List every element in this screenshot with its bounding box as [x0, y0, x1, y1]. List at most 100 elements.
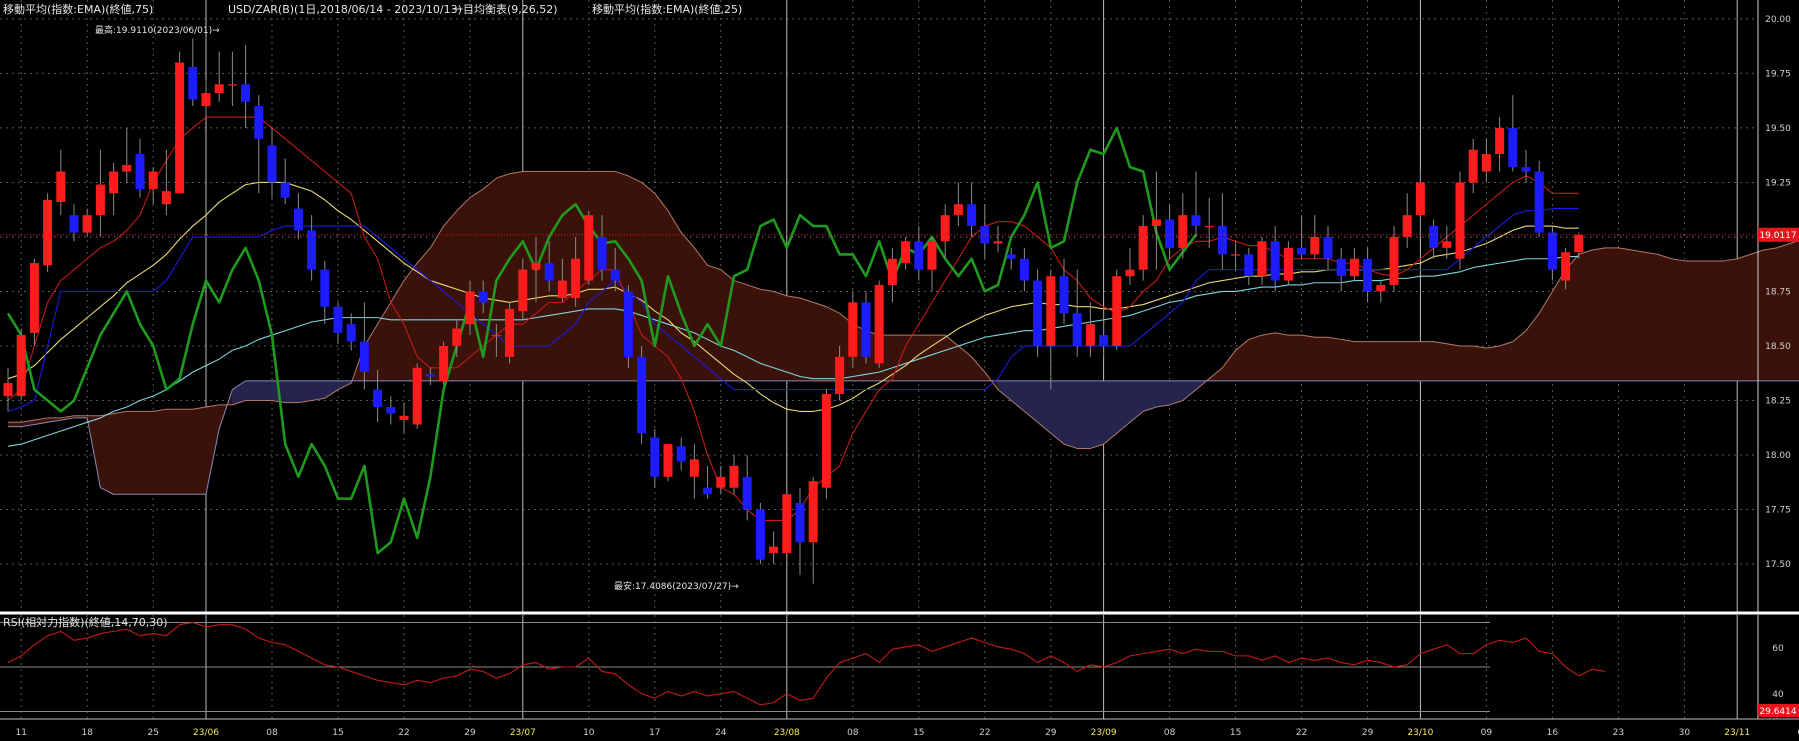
- bullish-candle: [1204, 226, 1214, 228]
- bullish-candle: [782, 494, 792, 554]
- bearish-candle: [676, 446, 686, 462]
- bullish-candle: [835, 356, 845, 394]
- cloud-segment: [799, 297, 814, 382]
- date-label: 23/06: [193, 728, 219, 738]
- bearish-candle: [742, 476, 752, 510]
- bullish-candle: [1468, 149, 1478, 183]
- bearish-candle: [597, 236, 607, 270]
- cloud-segment: [1631, 249, 1646, 382]
- cloud-segment: [1248, 334, 1263, 382]
- bullish-candle: [940, 215, 950, 242]
- cloud-segment: [1776, 243, 1791, 382]
- cloud-segment: [1090, 380, 1104, 449]
- bearish-candle: [1363, 258, 1373, 292]
- bullish-candle: [927, 241, 937, 270]
- date-label: 15: [332, 728, 343, 738]
- cloud-segment: [1604, 247, 1619, 382]
- bearish-candle: [1059, 276, 1069, 314]
- cloud-segment: [298, 380, 312, 404]
- ichimoku-legend: 一目均衡表(9,26,52): [452, 2, 558, 16]
- cloud-segment: [641, 181, 656, 382]
- cloud-segment: [786, 295, 801, 382]
- cloud-segment: [1499, 341, 1514, 382]
- cloud-segment: [1697, 260, 1712, 382]
- bullish-candle: [887, 258, 897, 285]
- date-label: 23/09: [1091, 728, 1117, 738]
- price-tick-label: 18.75: [1765, 287, 1791, 297]
- date-label: 23/07: [510, 728, 536, 738]
- date-label: 09: [1481, 728, 1493, 738]
- bearish-candle: [69, 215, 79, 233]
- cloud-segment: [1763, 247, 1778, 382]
- bearish-candle: [1534, 171, 1544, 233]
- cloud-segment: [1156, 380, 1170, 408]
- rsi-value-tag-label: 29.6414: [1759, 707, 1796, 717]
- bullish-candle: [1178, 215, 1188, 248]
- bullish-candle: [1231, 254, 1241, 256]
- bearish-candle: [254, 106, 264, 139]
- bearish-candle: [1072, 313, 1082, 346]
- bullish-candle: [557, 280, 567, 299]
- chart-canvas: 20.0019.7519.5019.2519.0018.7518.5018.25…: [0, 0, 1799, 741]
- cloud-segment: [1314, 336, 1329, 382]
- date-label: 17: [649, 728, 660, 738]
- bearish-candle: [703, 487, 713, 495]
- bearish-candle: [373, 389, 383, 408]
- date-label: 22: [979, 728, 990, 738]
- bullish-candle: [399, 415, 409, 421]
- bullish-candle: [1415, 182, 1425, 216]
- price-tick-label: 19.50: [1765, 124, 1791, 134]
- bearish-candle: [1191, 215, 1201, 227]
- bullish-candle: [161, 191, 171, 205]
- ema75-legend: 移動平均(指数:EMA)(終値,75): [3, 2, 153, 16]
- bearish-candle: [861, 302, 871, 357]
- bearish-candle: [650, 437, 660, 477]
- bullish-candle: [689, 459, 699, 477]
- cloud-segment: [1340, 339, 1355, 382]
- cloud-segment: [1142, 380, 1157, 412]
- bullish-candle: [175, 62, 185, 194]
- date-label: 16: [1547, 728, 1559, 738]
- bullish-candle: [214, 84, 224, 94]
- cloud-segment: [1750, 249, 1764, 382]
- bearish-candle: [478, 291, 488, 303]
- cloud-segment: [152, 408, 167, 495]
- price-tick-label: 19.75: [1765, 69, 1791, 79]
- bearish-candle: [623, 291, 633, 357]
- bearish-candle: [914, 241, 924, 270]
- bearish-candle: [967, 204, 977, 227]
- cloud-segment: [1644, 251, 1659, 382]
- bullish-candle: [821, 393, 831, 488]
- bearish-candle: [1547, 232, 1557, 270]
- bearish-candle: [293, 208, 303, 231]
- bullish-candle: [3, 383, 13, 397]
- cloud-segment: [258, 380, 273, 401]
- bullish-candle: [227, 84, 237, 86]
- date-label: 29: [464, 728, 476, 738]
- bullish-candle: [1481, 154, 1491, 172]
- bearish-candle: [544, 263, 554, 281]
- cloud-segment: [1486, 345, 1500, 382]
- date-label: 22: [398, 728, 409, 738]
- bearish-candle: [267, 145, 277, 183]
- cloud-segment: [1063, 380, 1078, 449]
- bullish-candle: [1046, 276, 1056, 346]
- bearish-candle: [1244, 254, 1254, 277]
- cloud-segment: [1446, 343, 1461, 382]
- bullish-candle: [953, 204, 963, 216]
- high-annotation: 最高:19.9110(2023/06/01)→: [95, 24, 220, 36]
- date-label: 24: [715, 728, 727, 738]
- bearish-candle: [188, 66, 198, 100]
- cloud-segment: [139, 411, 154, 495]
- bearish-candle: [1270, 241, 1280, 281]
- bullish-candle: [412, 367, 422, 425]
- cloud-segment: [100, 413, 114, 495]
- bullish-candle: [1138, 226, 1148, 270]
- cloud-segment: [1420, 341, 1434, 382]
- bullish-candle: [1085, 324, 1095, 346]
- price-tick-label: 18.25: [1765, 396, 1791, 406]
- bullish-candle: [716, 476, 726, 488]
- bearish-candle: [1508, 127, 1518, 168]
- rsi-tick-60: 60: [1772, 644, 1784, 654]
- price-tick-label: 17.75: [1765, 506, 1791, 516]
